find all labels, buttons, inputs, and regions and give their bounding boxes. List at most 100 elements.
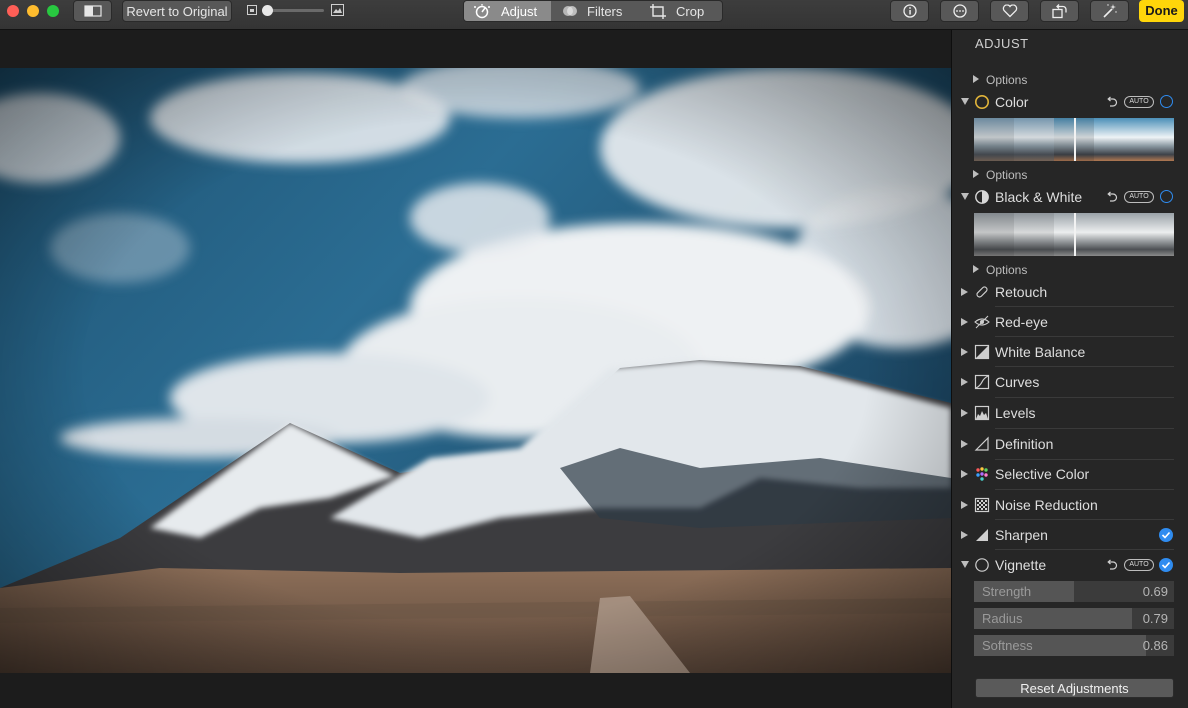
compare-button[interactable]	[73, 0, 112, 22]
disclosure-right-icon	[961, 288, 968, 296]
section-red-eye[interactable]: Red-eye	[952, 312, 1188, 337]
sharpen-enabled-checkmark[interactable]	[1159, 528, 1173, 542]
checkmark-icon	[1161, 531, 1171, 539]
bw-toggle-off[interactable]	[1160, 190, 1173, 203]
zoom-in-photo-icon[interactable]	[331, 4, 344, 16]
enhance-button[interactable]	[1090, 0, 1129, 22]
panel-title: ADJUST	[975, 36, 1029, 51]
section-selective-color-label: Selective Color	[995, 466, 1090, 482]
tab-filters-label: Filters	[587, 4, 623, 19]
noise-reduction-icon	[974, 497, 990, 513]
auto-color-button[interactable]: AUTO	[1124, 96, 1154, 108]
zoom-window-button[interactable]	[47, 5, 59, 17]
section-color[interactable]: Color AUTO	[952, 92, 1188, 112]
disclosure-right-icon	[973, 170, 979, 178]
strip-marker[interactable]	[1074, 213, 1076, 256]
zoom-slider-knob[interactable]	[262, 5, 273, 16]
undo-icon[interactable]	[1106, 191, 1118, 203]
revert-to-original-button[interactable]: Revert to Original	[122, 0, 232, 22]
auto-vignette-button[interactable]: AUTO	[1124, 559, 1154, 571]
tab-crop-label: Crop	[676, 4, 705, 19]
section-definition-label: Definition	[995, 436, 1054, 452]
levels-icon	[974, 405, 990, 421]
filters-circles-icon	[563, 6, 577, 16]
section-retouch[interactable]: Retouch	[952, 282, 1188, 307]
section-curves[interactable]: Curves	[952, 372, 1188, 398]
divider	[995, 366, 1174, 367]
softness-value: 0.86	[1142, 638, 1168, 653]
vignette-enabled-checkmark[interactable]	[1159, 558, 1173, 572]
strip-marker[interactable]	[1074, 118, 1076, 161]
section-curves-label: Curves	[995, 374, 1040, 390]
color-circle-icon	[975, 95, 989, 109]
section-noise-reduction-label: Noise Reduction	[995, 497, 1098, 513]
minimize-window-button[interactable]	[27, 5, 39, 17]
close-window-button[interactable]	[7, 5, 19, 17]
section-vignette[interactable]: Vignette AUTO	[952, 555, 1188, 577]
disclosure-right-icon	[961, 318, 968, 326]
softness-slider[interactable]: Softness 0.86	[974, 635, 1174, 656]
rotate-icon	[1051, 4, 1067, 19]
tab-filters[interactable]: Filters	[552, 1, 636, 21]
disclosure-down-icon	[961, 561, 969, 568]
white-balance-icon	[974, 344, 990, 360]
selective-color-dots-icon	[976, 467, 988, 481]
done-button[interactable]: Done	[1139, 0, 1184, 22]
disclosure-down-icon	[961, 98, 969, 105]
favorite-button[interactable]	[990, 0, 1029, 22]
section-selective-color[interactable]: Selective Color	[952, 464, 1188, 490]
enhance-wand-icon	[1102, 4, 1117, 18]
tab-crop[interactable]: Crop	[637, 1, 723, 21]
color-preview-strip[interactable]	[974, 118, 1174, 161]
disclosure-right-icon	[961, 501, 968, 509]
divider	[995, 397, 1174, 398]
section-levels[interactable]: Levels	[952, 403, 1188, 429]
rotate-button[interactable]	[1040, 0, 1079, 22]
divider	[995, 306, 1174, 307]
undo-icon[interactable]	[1106, 559, 1118, 571]
definition-triangle-icon	[974, 436, 989, 451]
divider	[995, 459, 1174, 460]
options-row-top[interactable]: Options	[952, 72, 1188, 88]
more-button[interactable]	[940, 0, 979, 22]
radius-slider[interactable]: Radius 0.79	[974, 608, 1174, 629]
strength-slider[interactable]: Strength 0.69	[974, 581, 1174, 602]
disclosure-right-icon	[961, 440, 968, 448]
color-toggle-off[interactable]	[1160, 95, 1173, 108]
section-white-balance-label: White Balance	[995, 344, 1086, 360]
disclosure-right-icon	[961, 378, 968, 386]
disclosure-right-icon	[961, 409, 968, 417]
section-definition[interactable]: Definition	[952, 434, 1188, 460]
info-icon	[902, 4, 917, 18]
radius-label: Radius	[982, 611, 1023, 626]
auto-bw-button[interactable]: AUTO	[1124, 191, 1154, 203]
options-row-color[interactable]: Options	[952, 167, 1188, 183]
landscape-photo[interactable]	[0, 68, 951, 673]
section-noise-reduction[interactable]: Noise Reduction	[952, 495, 1188, 520]
more-ellipsis-icon	[952, 4, 967, 18]
tab-adjust[interactable]: Adjust	[464, 1, 551, 21]
adjust-panel: ADJUST Options Color AUTO Options Black …	[951, 30, 1188, 708]
bandage-icon	[976, 286, 988, 298]
info-button[interactable]	[890, 0, 929, 22]
section-sharpen[interactable]: Sharpen	[952, 525, 1188, 550]
reset-adjustments-button[interactable]: Reset Adjustments	[975, 678, 1174, 698]
sharpen-triangle-icon	[976, 529, 988, 541]
disclosure-right-icon	[961, 531, 968, 539]
disclosure-right-icon	[961, 348, 968, 356]
section-sharpen-label: Sharpen	[995, 527, 1048, 543]
bw-preview-strip[interactable]	[974, 213, 1174, 256]
curves-icon	[974, 374, 990, 390]
options-label: Options	[986, 73, 1028, 87]
divider	[995, 519, 1174, 520]
section-black-white[interactable]: Black & White AUTO	[952, 187, 1188, 207]
options-row-bw[interactable]: Options	[952, 262, 1188, 278]
zoom-out-photo-icon[interactable]	[247, 5, 257, 15]
photo-canvas-area	[0, 30, 951, 708]
undo-icon[interactable]	[1106, 96, 1118, 108]
section-white-balance[interactable]: White Balance	[952, 342, 1188, 367]
adjust-dial-icon	[474, 4, 490, 19]
favorite-heart-icon	[1002, 4, 1017, 18]
strength-label: Strength	[982, 584, 1032, 599]
crop-icon	[650, 4, 666, 19]
